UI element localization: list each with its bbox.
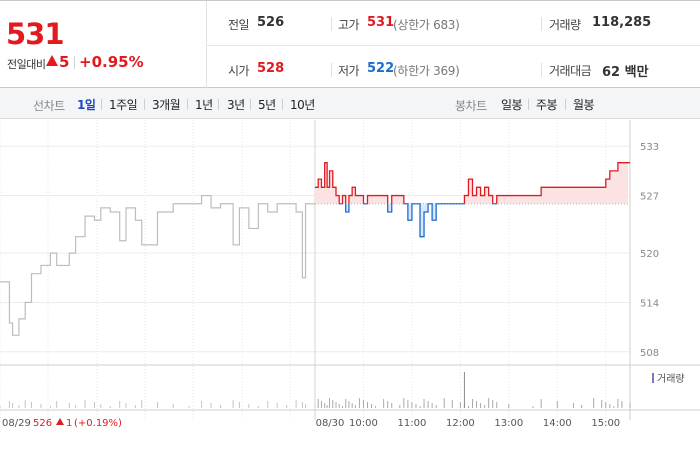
prev-day-change-pct: (+0.19%) [74, 418, 122, 429]
divider [74, 56, 75, 69]
divider [331, 63, 332, 77]
low-value: 522 [367, 61, 395, 76]
volume-legend-label: 거래량 [657, 373, 685, 385]
candle-tab-monthly[interactable]: 월봉 [573, 96, 595, 113]
prev-close-value: 526 [257, 15, 285, 30]
y-tick-label: 508 [640, 348, 659, 359]
y-tick-label: 514 [640, 298, 659, 309]
divider [541, 63, 542, 77]
period-tab-3y[interactable]: 3년 [227, 96, 245, 113]
prev-close-label: 전일 [228, 18, 250, 32]
divider [282, 99, 283, 110]
divider [187, 99, 188, 110]
upper-limit: (상한가 683) [393, 18, 460, 32]
x-tick-label: 14:00 [543, 418, 572, 429]
x-tick-label: 08/29 [2, 418, 31, 429]
volume-legend-swatch [652, 373, 654, 383]
period-tab-1d[interactable]: 1일 [77, 96, 96, 113]
lower-limit: (하한가 369) [393, 64, 460, 78]
period-tab-1y[interactable]: 1년 [195, 96, 213, 113]
divider [528, 99, 529, 110]
y-tick-label: 533 [640, 142, 659, 153]
divider [207, 45, 700, 46]
period-tab-1w[interactable]: 1주일 [109, 96, 138, 113]
divider [541, 17, 542, 31]
prev-day-close: 526 [33, 418, 52, 429]
line-chart-title: 선차트 [33, 99, 65, 113]
candle-tab-daily[interactable]: 일봉 [501, 96, 523, 113]
quote-header: 531 전일대비 5 +0.95% 전일 526 고가 531 (상한가 683… [0, 0, 700, 88]
up-triangle-icon [46, 55, 58, 66]
x-tick-label: 13:00 [494, 418, 523, 429]
volume-label: 거래량 [549, 18, 581, 32]
divider [218, 99, 219, 110]
divider [331, 17, 332, 31]
prev-day-series-line [0, 194, 315, 336]
y-tick-label: 527 [640, 192, 659, 203]
high-value: 531 [367, 15, 395, 30]
turnover-label: 거래대금 [549, 64, 592, 78]
current-price: 531 [6, 17, 65, 51]
x-tick-label: 11:00 [398, 418, 427, 429]
volume-value: 118,285 [592, 15, 652, 30]
open-label: 시가 [228, 64, 250, 78]
up-area-fill [315, 162, 630, 204]
y-tick-label: 520 [640, 249, 659, 260]
turnover-value: 62 백만 [602, 65, 649, 80]
prev-day-change: 1 [66, 418, 72, 429]
period-tab-5y[interactable]: 5년 [258, 96, 276, 113]
change-label: 전일대비 [7, 58, 46, 71]
price-summary: 531 전일대비 5 +0.95% [0, 1, 207, 88]
chart-toolbar: 선차트 1일 1주일 3개월 1년 3년 5년 10년 봉차트 일봉 주봉 월봉 [0, 88, 700, 119]
low-label: 저가 [338, 64, 360, 78]
x-tick-label: 10:00 [349, 418, 378, 429]
change-value: 5 [59, 53, 70, 71]
divider [144, 99, 145, 110]
high-label: 고가 [338, 18, 360, 32]
divider [250, 99, 251, 110]
divider [101, 99, 102, 110]
price-chart[interactable]: 533 527 520 514 508 08/29 526 1 (+0.19%) 08/30 10:… [0, 120, 700, 450]
period-tab-3m[interactable]: 3개월 [152, 96, 181, 113]
candle-chart-title: 봉차트 [455, 99, 487, 113]
x-tick-label: 15:00 [591, 418, 620, 429]
up-triangle-icon [56, 418, 64, 425]
period-tab-10y[interactable]: 10년 [290, 96, 315, 113]
x-tick-label: 12:00 [446, 418, 475, 429]
divider [565, 99, 566, 110]
open-value: 528 [257, 61, 285, 76]
candle-tab-weekly[interactable]: 주봉 [536, 96, 558, 113]
change-percent: +0.95% [79, 53, 144, 71]
x-tick-label: 08/30 [316, 418, 345, 429]
